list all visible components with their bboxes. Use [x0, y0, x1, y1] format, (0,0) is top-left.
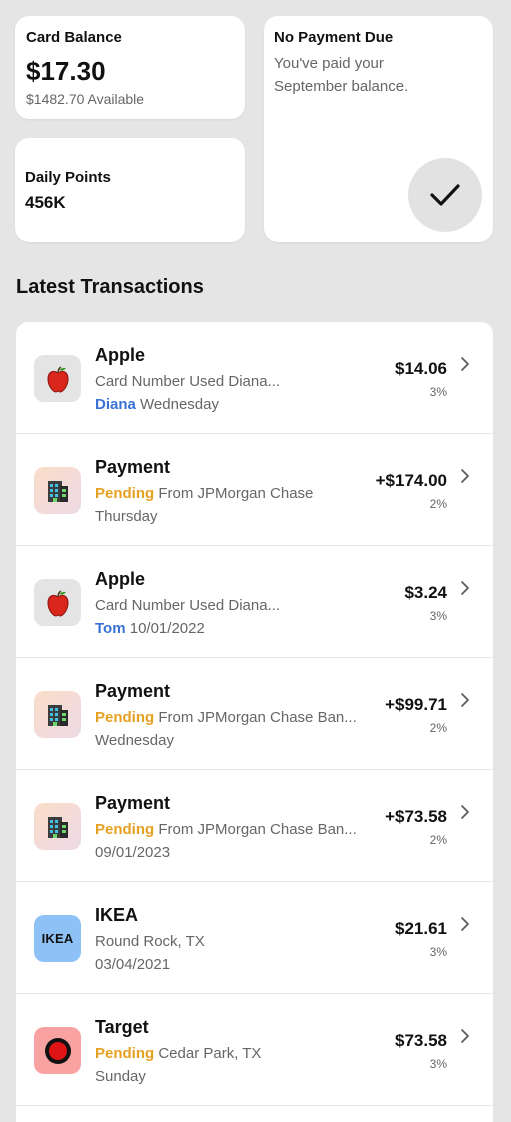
transaction-amount: $21.61	[395, 919, 447, 938]
card-balance-widget[interactable]: Card Balance $17.30 $1482.70 Available	[15, 16, 245, 119]
transaction-amount: +$174.00	[375, 471, 447, 490]
detail-text: From JPMorgan Chase Ban...	[158, 709, 357, 726]
transaction-row[interactable]: Target Pending Cedar Park, TX Sunday $73.58…	[16, 994, 493, 1106]
detail-text: From JPMorgan Chase	[158, 485, 314, 502]
transaction-meta: Sunday	[95, 1068, 146, 1085]
target-logo	[34, 1027, 81, 1074]
transactions-list: Apple Card Number Used Diana... Diana Wedn…	[16, 322, 493, 1122]
cashback-percent: 2%	[429, 497, 447, 511]
transaction-date: 09/01/2023	[95, 844, 171, 861]
transaction-meta: 09/01/2023	[95, 844, 170, 861]
card-user-name: Diana	[95, 396, 136, 413]
transaction-detail: Pending From JPMorgan Chase	[95, 485, 313, 502]
cashback-percent: 3%	[429, 1057, 447, 1071]
available-credit: $1482.70 Available	[26, 91, 145, 107]
detail-text: Card Number Used Diana...	[95, 373, 281, 390]
transaction-detail: Round Rock, TX	[95, 933, 205, 950]
merchant-name: Payment	[95, 793, 171, 813]
chevron-right-icon[interactable]	[459, 468, 471, 484]
payment-due-widget[interactable]: No Payment Due You've paid your Septembe…	[264, 16, 493, 242]
transaction-date: Sunday	[95, 1068, 146, 1085]
apple-icon	[34, 579, 81, 626]
chevron-right-icon[interactable]	[459, 580, 471, 596]
transaction-meta: Wednesday	[95, 732, 174, 749]
daily-points-title: Daily Points	[25, 169, 111, 186]
transaction-detail: Pending From JPMorgan Chase Ban...	[95, 709, 357, 726]
transaction-detail: Pending Cedar Park, TX	[95, 1045, 261, 1062]
building-icon	[34, 691, 81, 738]
transaction-detail: Pending From JPMorgan Chase Ban...	[95, 821, 357, 838]
merchant-name: Payment	[95, 681, 171, 701]
transaction-date: 10/01/2022	[129, 620, 205, 637]
chevron-right-icon[interactable]	[459, 804, 471, 820]
transaction-amount: +$99.71	[385, 695, 447, 714]
transaction-meta: Tom 10/01/2022	[95, 620, 205, 637]
transaction-row[interactable]: Payment Pending From JPMorgan Chase Ban..…	[16, 770, 493, 882]
merchant-name: Apple	[95, 569, 146, 589]
pending-label: Pending	[95, 1045, 155, 1062]
chevron-right-icon[interactable]	[459, 916, 471, 932]
card-user-name: Tom	[95, 620, 126, 637]
chevron-right-icon[interactable]	[459, 1028, 471, 1044]
transaction-row[interactable]: Apple Card Number Used Diana... Tom 10/01/…	[16, 546, 493, 658]
merchant-name: Target	[95, 1017, 149, 1037]
card-balance-amount: $17.30	[26, 56, 106, 86]
transaction-row[interactable]: Payment Pending From JPMorgan Chase Thursd…	[16, 434, 493, 546]
cashback-percent: 3%	[429, 609, 447, 623]
merchant-name: Apple	[95, 345, 146, 365]
chevron-right-icon[interactable]	[459, 356, 471, 372]
transaction-date: Wednesday	[95, 732, 174, 749]
daily-points-value: 456K	[25, 193, 66, 212]
chevron-right-icon[interactable]	[459, 692, 471, 708]
transaction-amount: $14.06	[395, 359, 447, 378]
ikea-logo: IKEA	[34, 915, 81, 962]
detail-text: Cedar Park, TX	[158, 1045, 262, 1062]
daily-points-widget[interactable]: Daily Points 456K	[15, 138, 245, 242]
transaction-amount: $3.24	[404, 583, 447, 602]
transaction-amount: +$73.58	[385, 807, 447, 826]
transaction-detail: Card Number Used Diana...	[95, 373, 280, 390]
transaction-row[interactable]: Apple Card Number Used Diana... Diana Wedn…	[16, 322, 493, 434]
detail-text: Round Rock, TX	[95, 933, 205, 950]
transaction-meta: Thursday	[95, 508, 158, 525]
pending-label: Pending	[95, 485, 155, 502]
cashback-percent: 2%	[429, 833, 447, 847]
building-icon	[34, 467, 81, 514]
cashback-percent: 2%	[429, 721, 447, 735]
detail-text: Card Number Used Diana...	[95, 597, 281, 614]
checkmark-icon	[408, 158, 482, 232]
transaction-detail: Card Number Used Diana...	[95, 597, 280, 614]
pending-label: Pending	[95, 709, 155, 726]
transaction-meta: Diana Wednesday	[95, 396, 219, 413]
card-balance-title: Card Balance	[26, 29, 122, 46]
latest-transactions-heading: Latest Transactions	[16, 276, 204, 298]
payment-due-message: You've paid your September balance.	[274, 55, 409, 95]
detail-text: From JPMorgan Chase Ban...	[158, 821, 357, 838]
transaction-amount: $73.58	[395, 1031, 447, 1050]
transaction-date: Thursday	[95, 508, 158, 525]
transaction-row[interactable]: Payment Pending From JPMorgan Chase Ban..…	[16, 658, 493, 770]
merchant-name: IKEA	[95, 905, 139, 925]
transaction-date: 03/04/2021	[95, 956, 171, 973]
apple-icon	[34, 355, 81, 402]
pending-label: Pending	[95, 821, 155, 838]
cashback-percent: 3%	[429, 385, 447, 399]
transaction-meta: 03/04/2021	[95, 956, 170, 973]
payment-due-title: No Payment Due	[274, 29, 394, 46]
transaction-date: Wednesday	[140, 396, 219, 413]
building-icon	[34, 803, 81, 850]
cashback-percent: 3%	[429, 945, 447, 959]
merchant-name: Payment	[95, 457, 171, 477]
transaction-row[interactable]: IKEA IKEA Round Rock, TX 03/04/2021 $21.61 3%	[16, 882, 493, 994]
